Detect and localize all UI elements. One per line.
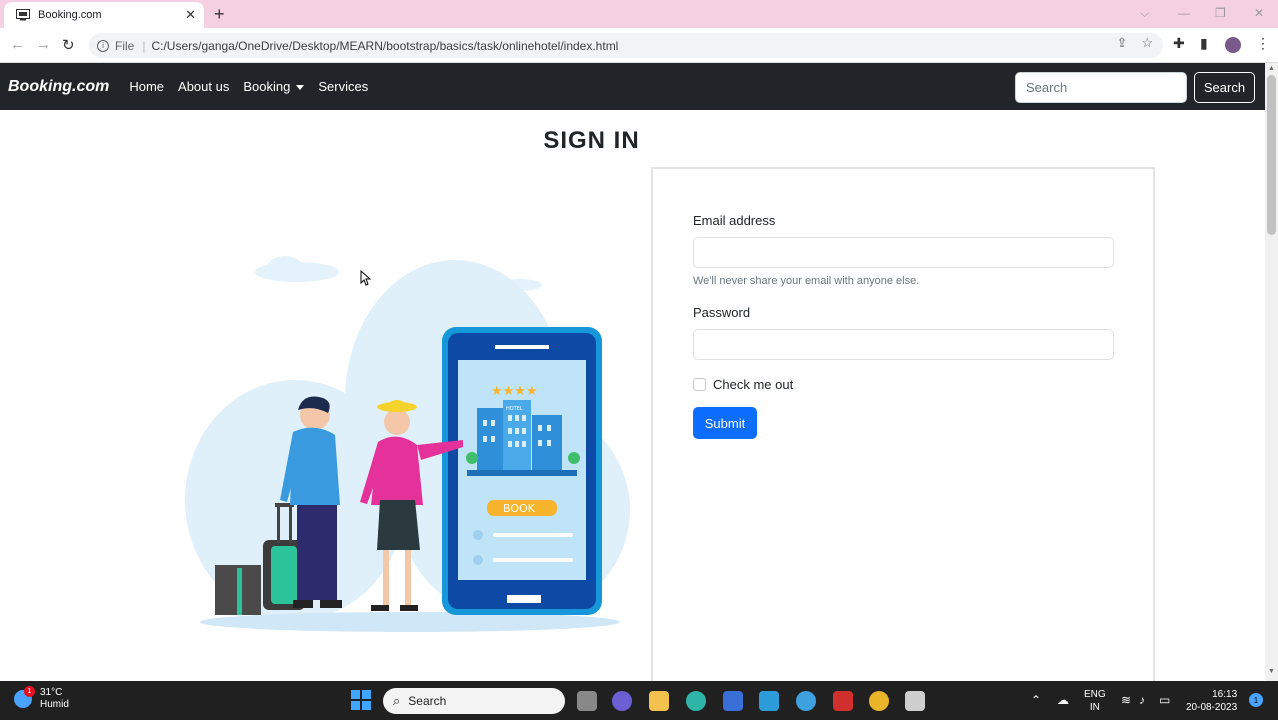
back-arrow-icon[interactable]: ← xyxy=(10,36,25,53)
check-me-out-checkbox[interactable] xyxy=(693,378,706,391)
scroll-down-icon[interactable]: ▼ xyxy=(1268,668,1275,675)
address-url: C:/Users/ganga/OneDrive/Desktop/MEARN/bo… xyxy=(151,38,619,53)
windows-start-icon[interactable] xyxy=(351,690,371,710)
battery-icon[interactable]: ▭ xyxy=(1159,693,1170,707)
password-label: Password xyxy=(693,305,751,320)
task-view-icon[interactable] xyxy=(577,691,597,711)
email-help-text: We'll never share your email with anyone… xyxy=(693,275,920,287)
mouse-cursor-icon xyxy=(360,270,372,286)
taskbar-search-label: Search xyxy=(408,694,447,708)
clock-time: 16:13 xyxy=(1212,689,1238,700)
signin-form-card: Email address We'll never share your ema… xyxy=(651,167,1155,697)
menu-kebab-icon[interactable]: ⋮ xyxy=(1256,35,1270,52)
nav-link-home[interactable]: Home xyxy=(129,79,164,94)
close-tab-icon[interactable]: ✕ xyxy=(185,7,196,23)
page-scrollbar[interactable]: ▲ ▼ xyxy=(1265,63,1278,681)
mcafee-icon[interactable] xyxy=(833,691,853,711)
scroll-up-icon[interactable]: ▲ xyxy=(1268,65,1275,72)
password-field[interactable] xyxy=(693,329,1114,360)
weather-badge: 1 xyxy=(24,686,35,697)
hotel-sign: HOTEL xyxy=(506,406,523,412)
mysql-app-icon[interactable] xyxy=(759,691,779,711)
nav-link-about[interactable]: About us xyxy=(178,79,229,94)
tab-search-chevron-icon[interactable]: ⌵ xyxy=(1140,6,1149,21)
hotel-booking-illustration: ★★★★ HOTEL BOOK xyxy=(185,256,630,632)
nav-dropdown-label: Booking xyxy=(243,79,291,94)
nav-link-services[interactable]: Services xyxy=(318,79,368,94)
brand-logo[interactable]: Booking.com xyxy=(8,78,109,96)
clock-date: 20-08-2023 xyxy=(1186,702,1238,713)
search-icon: ⌕ xyxy=(393,693,401,708)
chat-app-icon[interactable] xyxy=(612,691,632,711)
email-field[interactable] xyxy=(693,237,1114,268)
close-window-icon[interactable]: ✕ xyxy=(1254,6,1264,20)
checkbox-label: Check me out xyxy=(713,377,794,392)
scroll-thumb[interactable] xyxy=(1267,75,1276,235)
address-separator: | xyxy=(142,38,146,53)
browser-tab[interactable]: Booking.com ✕ xyxy=(4,2,204,28)
site-navbar: Booking.com Home About us Booking Servic… xyxy=(0,63,1265,110)
restore-icon[interactable]: ❐ xyxy=(1215,6,1226,20)
minimize-icon[interactable]: — xyxy=(1178,6,1190,20)
browser-title-bar: Booking.com ✕ + ⌵ — ❐ ✕ xyxy=(0,0,1278,28)
reload-icon[interactable]: ↻ xyxy=(62,36,75,54)
lang-bottom: IN xyxy=(1089,702,1100,713)
weather-desc: Humid xyxy=(40,699,69,710)
navbar-search-button[interactable]: Search xyxy=(1194,72,1255,103)
edge-browser-icon[interactable] xyxy=(686,691,706,711)
submit-button[interactable]: Submit xyxy=(693,407,757,439)
weather-temp: 31°C xyxy=(40,687,63,698)
caret-down-icon xyxy=(296,85,305,91)
profile-avatar[interactable] xyxy=(1225,37,1241,53)
wifi-icon[interactable]: ≋ xyxy=(1121,693,1131,707)
windows-taskbar: 1 31°C Humid ⌕ Search ⌃ ☁ ENG IN ≋ ♪ ▭ 1… xyxy=(0,681,1278,720)
store-icon[interactable] xyxy=(723,691,743,711)
nav-dropdown-booking[interactable]: Booking xyxy=(243,79,305,94)
file-explorer-icon[interactable] xyxy=(649,691,669,711)
page-favicon-icon xyxy=(16,9,30,21)
browser-toolbar: ← → ↻ i File | C:/Users/ganga/OneDrive/D… xyxy=(0,28,1278,63)
tab-title: Booking.com xyxy=(38,9,102,21)
volume-icon[interactable]: ♪ xyxy=(1139,693,1145,707)
chrome-icon[interactable] xyxy=(869,691,889,711)
forward-arrow-icon[interactable]: → xyxy=(36,36,51,53)
weather-widget[interactable]: 1 31°C Humid xyxy=(14,686,69,711)
page-title: SIGN IN xyxy=(543,127,640,154)
clock[interactable]: 16:13 20-08-2023 xyxy=(1186,688,1237,714)
address-bar[interactable]: i File | C:/Users/ganga/OneDrive/Desktop… xyxy=(89,33,1163,58)
lang-top: ENG xyxy=(1084,689,1106,700)
taskbar-search-box[interactable]: ⌕ Search xyxy=(383,688,565,714)
new-tab-icon[interactable]: + xyxy=(214,4,225,25)
svg-text:★★★★: ★★★★ xyxy=(491,384,538,399)
tray-chevron-up-icon[interactable]: ⌃ xyxy=(1031,693,1041,707)
extensions-puzzle-icon[interactable]: ✚ xyxy=(1173,35,1185,52)
site-info-icon[interactable]: i xyxy=(97,39,109,52)
email-label: Email address xyxy=(693,213,776,228)
bookmark-star-icon[interactable]: ☆ xyxy=(1141,35,1153,51)
protocol-label: File xyxy=(115,38,135,53)
navbar-search-input[interactable] xyxy=(1015,72,1187,103)
notification-badge[interactable]: 1 xyxy=(1249,693,1263,707)
onedrive-cloud-icon[interactable]: ☁ xyxy=(1057,693,1069,707)
side-panel-icon[interactable]: ▮ xyxy=(1200,35,1208,52)
weather-icon: 1 xyxy=(14,686,35,708)
language-indicator[interactable]: ENG IN xyxy=(1084,688,1106,714)
book-button-label: BOOK xyxy=(503,502,536,515)
share-icon[interactable]: ⇪ xyxy=(1116,35,1127,51)
snipping-tool-icon[interactable] xyxy=(905,691,925,711)
python-app-icon[interactable] xyxy=(796,691,816,711)
